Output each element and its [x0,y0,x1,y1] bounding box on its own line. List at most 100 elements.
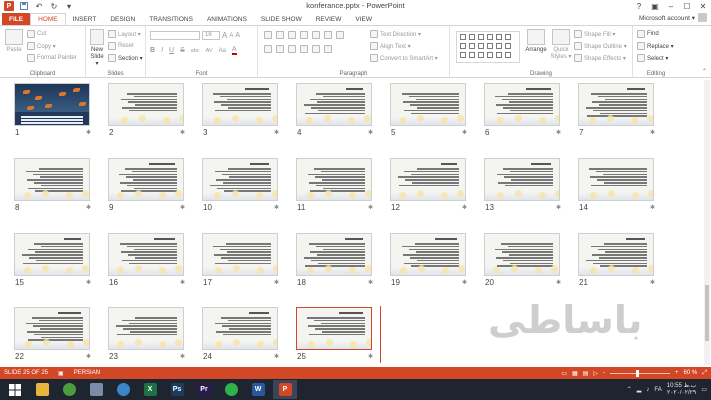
justify-icon[interactable] [300,45,308,53]
transition-star-icon[interactable]: ✱ [274,353,279,360]
italic-button[interactable]: I [161,47,163,54]
account-label[interactable]: Microsoft account ▾ [639,14,695,22]
transition-star-icon[interactable]: ✱ [650,129,655,136]
tab-design[interactable]: DESIGN [103,13,142,25]
taskbar-file-explorer[interactable] [30,380,54,399]
tab-transitions[interactable]: TRANSITIONS [142,13,200,25]
shape-icon[interactable] [505,34,511,40]
notifications-icon[interactable]: ▭ [701,386,707,393]
transition-star-icon[interactable]: ✱ [462,204,467,211]
help-icon[interactable]: ? [631,0,647,12]
shape-outline-button[interactable]: Shape Outline ▾ [574,42,627,50]
taskbar-whatsapp[interactable] [219,380,243,399]
slide-thumbnail[interactable] [578,233,654,276]
tab-slide-show[interactable]: SLIDE SHOW [254,13,309,25]
transition-star-icon[interactable]: ✱ [556,204,561,211]
slide-thumbnail[interactable] [296,83,372,126]
language-label[interactable]: PERSIAN [74,370,100,376]
shape-icon[interactable] [505,52,511,58]
spacing-button[interactable]: AV [206,48,213,54]
slideshow-view-icon[interactable]: ▷ [593,370,598,377]
shape-icon[interactable] [505,43,511,49]
arrange-button[interactable]: Arrange [524,29,548,53]
taskbar-powerpoint[interactable]: P [273,380,297,399]
slide-thumbnail[interactable] [484,158,560,201]
rtl-icon[interactable] [324,31,332,39]
slide-thumbnail[interactable] [202,158,278,201]
transition-star-icon[interactable]: ✱ [368,129,373,136]
shape-icon[interactable] [469,34,475,40]
transition-star-icon[interactable]: ✱ [556,129,561,136]
transition-star-icon[interactable]: ✱ [650,279,655,286]
tab-insert[interactable]: INSERT [66,13,104,25]
fit-window-icon[interactable]: ⤢ [702,370,707,377]
shape-icon[interactable] [478,43,484,49]
reading-view-icon[interactable]: ▤ [583,370,589,377]
transition-star-icon[interactable]: ✱ [180,129,185,136]
align-right-icon[interactable] [288,45,296,53]
slide-thumbnail[interactable] [390,158,466,201]
clock[interactable]: 10:55 ب.ظ ۲۰۲۰/۰۲/۲۹ [667,383,697,397]
minimize-icon[interactable]: – [663,0,679,12]
customize-qat-icon[interactable]: ▾ [64,1,74,11]
shape-icon[interactable] [469,43,475,49]
transition-star-icon[interactable]: ✱ [274,129,279,136]
volume-icon[interactable]: ♪ [646,387,649,393]
tab-review[interactable]: REVIEW [309,13,349,25]
taskbar-premiere[interactable]: Pr [192,380,216,399]
powerpoint-logo-icon[interactable]: P [4,1,14,11]
transition-star-icon[interactable]: ✱ [368,204,373,211]
slide-thumbnail[interactable] [578,83,654,126]
zoom-slider[interactable] [609,369,670,377]
numbering-icon[interactable] [276,31,284,39]
shapes-gallery[interactable] [456,31,520,63]
network-icon[interactable]: ▂ [637,386,642,393]
shape-icon[interactable] [487,43,493,49]
cut-button[interactable]: Cut [27,30,46,38]
transition-star-icon[interactable]: ✱ [86,204,91,211]
transition-star-icon[interactable]: ✱ [86,129,91,136]
section-button[interactable]: Section ▾ [108,54,143,62]
transition-star-icon[interactable]: ✱ [368,279,373,286]
transition-star-icon[interactable]: ✱ [180,204,185,211]
taskbar-sync-app[interactable] [111,380,135,399]
slide-thumbnail[interactable] [296,233,372,276]
clear-format-button[interactable]: A [235,32,240,39]
slide-thumbnail[interactable] [296,158,372,201]
bold-button[interactable]: B [150,47,155,54]
input-language[interactable]: FA [654,387,661,393]
normal-view-icon[interactable]: ▭ [561,370,567,377]
transition-star-icon[interactable]: ✱ [86,353,91,360]
underline-button[interactable]: U [169,47,174,54]
redo-icon[interactable]: ↻ [49,1,59,11]
font-color-button[interactable]: A [231,46,237,55]
shape-icon[interactable] [487,34,493,40]
slide-thumbnail[interactable] [14,83,90,126]
slide-thumbnail[interactable] [108,83,184,126]
slide-thumbnail[interactable] [390,83,466,126]
shape-icon[interactable] [460,52,466,58]
distributed-icon[interactable] [324,45,332,53]
taskbar-network-drive[interactable] [84,380,108,399]
taskbar-photoshop[interactable]: Ps [165,380,189,399]
slide-thumbnail[interactable] [202,307,278,350]
slide-thumbnail[interactable] [484,83,560,126]
align-left-icon[interactable] [264,45,272,53]
undo-icon[interactable]: ↶ [34,1,44,11]
increase-indent-icon[interactable] [300,31,308,39]
shape-fill-button[interactable]: Shape Fill ▾ [574,30,615,38]
line-spacing-icon[interactable] [312,31,320,39]
shape-icon[interactable] [478,34,484,40]
change-case-button[interactable]: Aa [219,48,226,54]
start-button[interactable] [3,380,27,399]
transition-star-icon[interactable]: ✱ [462,279,467,286]
zoom-out-button[interactable]: - [603,370,605,376]
tray-arrow-icon[interactable]: ⌃ [627,386,632,393]
tab-home[interactable]: HOME [30,13,66,25]
slide-thumbnail[interactable] [14,233,90,276]
font-size-combo[interactable]: 18 [202,31,220,40]
reset-button[interactable]: Reset [108,42,134,50]
transition-star-icon[interactable]: ✱ [180,353,185,360]
slide-thumbnail[interactable] [202,233,278,276]
transition-star-icon[interactable]: ✱ [368,353,373,360]
